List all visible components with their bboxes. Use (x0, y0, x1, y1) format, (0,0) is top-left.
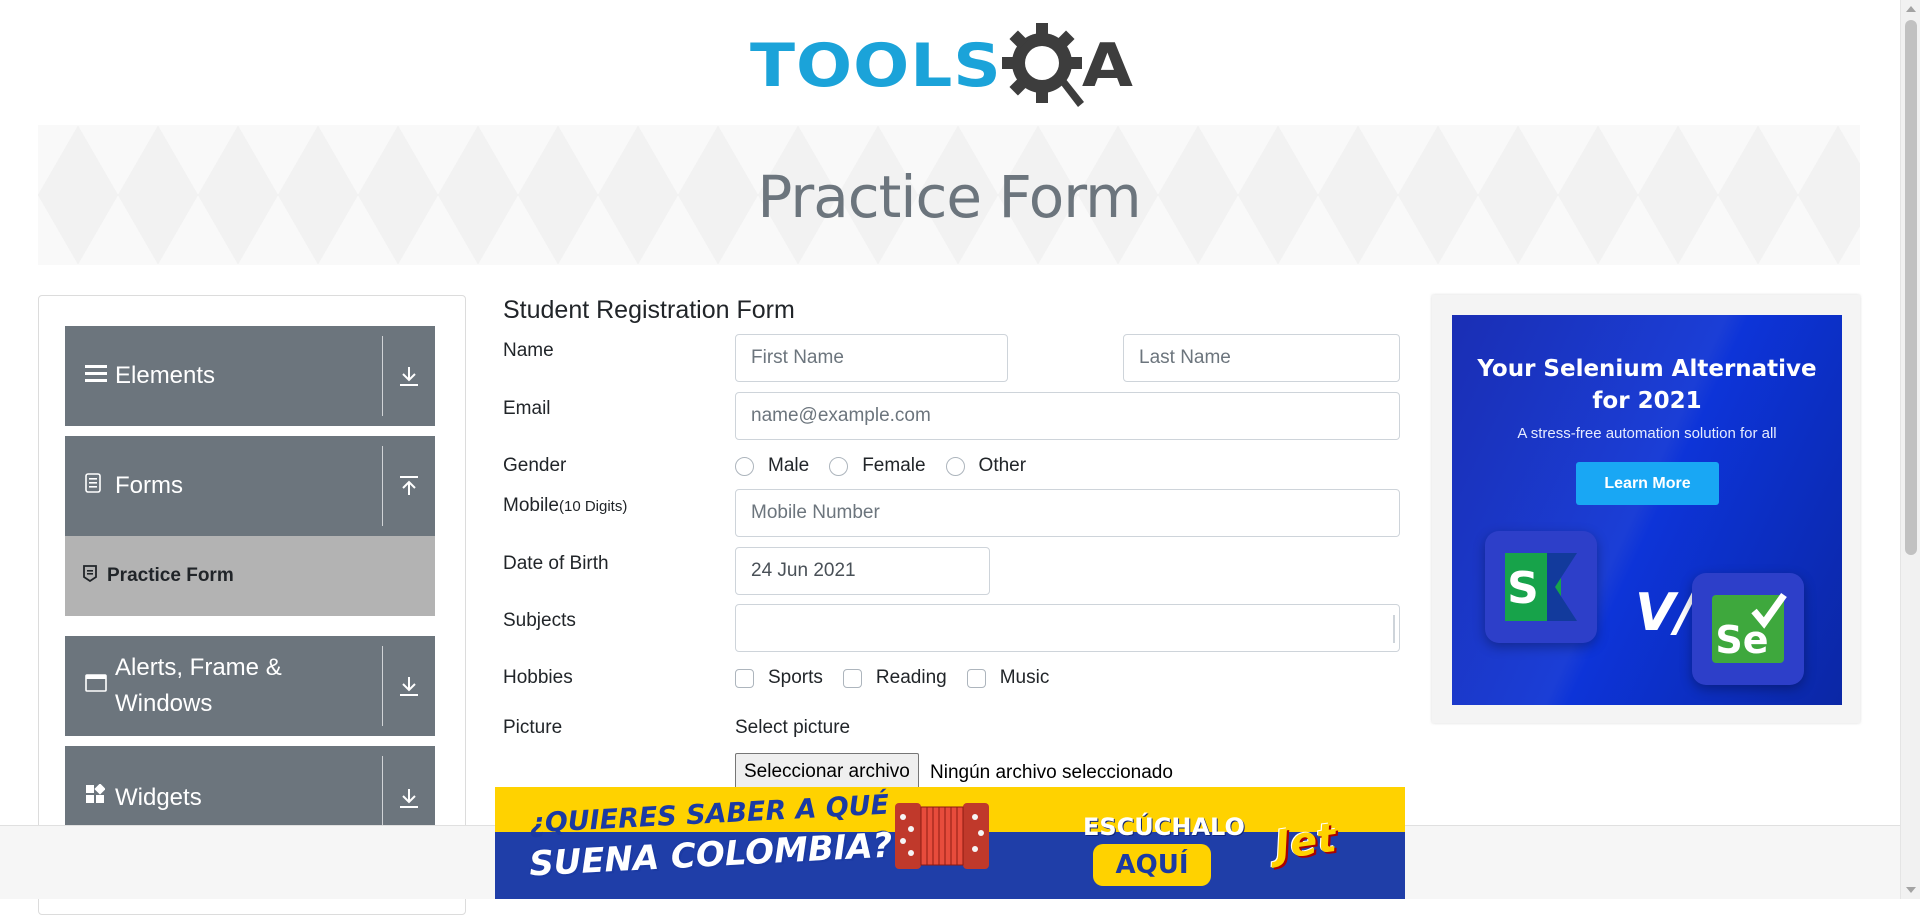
radio-button[interactable] (829, 456, 849, 476)
scroll-down-arrow-icon[interactable] (1906, 887, 1916, 893)
subjects-input[interactable] (735, 604, 1400, 652)
hobby-option-sports[interactable]: Sports (735, 667, 823, 689)
hobby-option-reading[interactable]: Reading (842, 667, 947, 689)
download-arrow-icon[interactable] (393, 360, 425, 392)
page-title: Practice Form (757, 163, 1141, 231)
form-icon (83, 565, 97, 587)
selenium-logo-box: Se (1692, 573, 1804, 685)
checkbox[interactable] (842, 668, 862, 688)
checkbox-label: Reading (875, 667, 947, 688)
text-cursor (1393, 615, 1395, 643)
gender-label: Gender (503, 455, 567, 476)
sidebar-group-label: Elements (115, 362, 216, 389)
sidebar-group-elements[interactable]: Elements (65, 326, 435, 426)
sidebar-group-label: Alerts, Frame & (115, 654, 282, 681)
name-label: Name (503, 340, 554, 361)
learn-more-button[interactable]: Learn More (1576, 462, 1719, 505)
radio-button[interactable] (735, 456, 754, 476)
ad-headline-line2: for 2021 (1592, 388, 1702, 414)
divider (382, 446, 383, 526)
sidebar-group-label: Forms (115, 472, 183, 499)
divider (382, 336, 383, 416)
toolsqa-logo[interactable]: TOOLS A (750, 16, 1160, 116)
sidebar: Elements Forms Practice Form Alerts, Fra… (38, 295, 466, 915)
checkbox[interactable] (966, 668, 986, 688)
logo-text-tools: TOOLS (750, 30, 1002, 101)
ad-subtitle: A stress-free automation solution for al… (1517, 425, 1777, 442)
gender-option-male[interactable]: Male (735, 455, 809, 477)
scrollbar-thumb[interactable] (1905, 20, 1917, 555)
katalon-logo-box: S (1485, 531, 1597, 643)
sidebar-group-label: Widgets (115, 784, 202, 811)
dob-label: Date of Birth (503, 553, 609, 574)
email-label: Email (503, 398, 551, 419)
picture-caption: Select picture (735, 717, 851, 738)
document-icon (85, 473, 101, 499)
selenium-letters: Se (1715, 618, 1768, 662)
divider (382, 646, 383, 726)
selenium-logo-icon: Se (1712, 592, 1787, 663)
katalon-letter: S (1507, 563, 1539, 614)
hobby-option-music[interactable]: Music (966, 667, 1050, 689)
widgets-icon (85, 783, 106, 810)
hamburger-icon (85, 363, 107, 389)
form-title: Student Registration Form (503, 296, 795, 324)
jet-brand-logo: Jet (1272, 814, 1340, 870)
picture-label: Picture (503, 717, 563, 738)
radio-label: Female (862, 455, 926, 476)
sidebar-item-label: Practice Form (107, 565, 234, 586)
logo-text-a: A (1081, 30, 1133, 101)
mobile-hint: (10 Digits) (558, 498, 628, 515)
checkbox-label: Sports (768, 667, 823, 688)
mobile-label-text: Mobile (503, 495, 559, 516)
selenium-alternative-ad[interactable]: Your Selenium Alternative for 2021 A str… (1452, 315, 1842, 705)
radio-button[interactable] (945, 456, 965, 476)
upload-arrow-icon[interactable] (393, 470, 425, 502)
ad-headline: Your Selenium Alternative for 2021 (1452, 353, 1842, 417)
sidebar-group-alerts[interactable]: Alerts, Frame & Windows (65, 636, 435, 736)
mobile-number-input[interactable] (735, 489, 1400, 537)
ad-cta-button[interactable]: AQUÍ (1093, 844, 1211, 886)
gender-option-female[interactable]: Female (829, 455, 926, 477)
gender-options: Male Female Other (735, 455, 1046, 477)
hobbies-label: Hobbies (503, 667, 573, 688)
katalon-logo-icon: S (1505, 553, 1577, 621)
last-name-input[interactable] (1123, 334, 1400, 382)
page-banner: Practice Form (38, 125, 1860, 265)
page-scrollbar[interactable] (1900, 0, 1920, 899)
subjects-label: Subjects (503, 610, 576, 631)
file-status-text: Ningún archivo seleccionado (930, 762, 1173, 783)
gender-option-other[interactable]: Other (945, 455, 1027, 477)
divider (382, 756, 383, 836)
radio-label: Other (978, 455, 1027, 476)
download-arrow-icon[interactable] (393, 782, 425, 814)
checkbox-label: Music (999, 667, 1050, 688)
accordion-icon (887, 793, 997, 879)
sidebar-group-label-line2: Windows (115, 690, 213, 717)
email-input[interactable] (735, 392, 1400, 440)
ad-cta-text: ESCÚCHALO (1083, 813, 1245, 841)
date-of-birth-input[interactable] (735, 547, 990, 595)
first-name-input[interactable] (735, 334, 1008, 382)
right-ad-container: Your Selenium Alternative for 2021 A str… (1432, 295, 1860, 723)
choose-file-button[interactable]: Seleccionar archivo (735, 753, 919, 791)
radio-label: Male (768, 455, 810, 476)
download-arrow-icon[interactable] (393, 670, 425, 702)
sidebar-item-practice-form[interactable]: Practice Form (65, 536, 435, 616)
sidebar-group-forms[interactable]: Forms (65, 436, 435, 536)
window-icon (85, 674, 107, 698)
bottom-ad-banner[interactable]: ¿QUIERES SABER A QUÉ SUENA COLOMBIA? ESC… (495, 787, 1405, 899)
ad-headline-line1: Your Selenium Alternative (1477, 356, 1817, 382)
gear-magnifier-icon (1000, 21, 1090, 111)
scroll-up-arrow-icon[interactable] (1906, 6, 1916, 12)
checkbox[interactable] (735, 668, 754, 688)
hobby-options: Sports Reading Music (735, 667, 1069, 689)
mobile-label: Mobile(10 Digits) (503, 495, 627, 517)
